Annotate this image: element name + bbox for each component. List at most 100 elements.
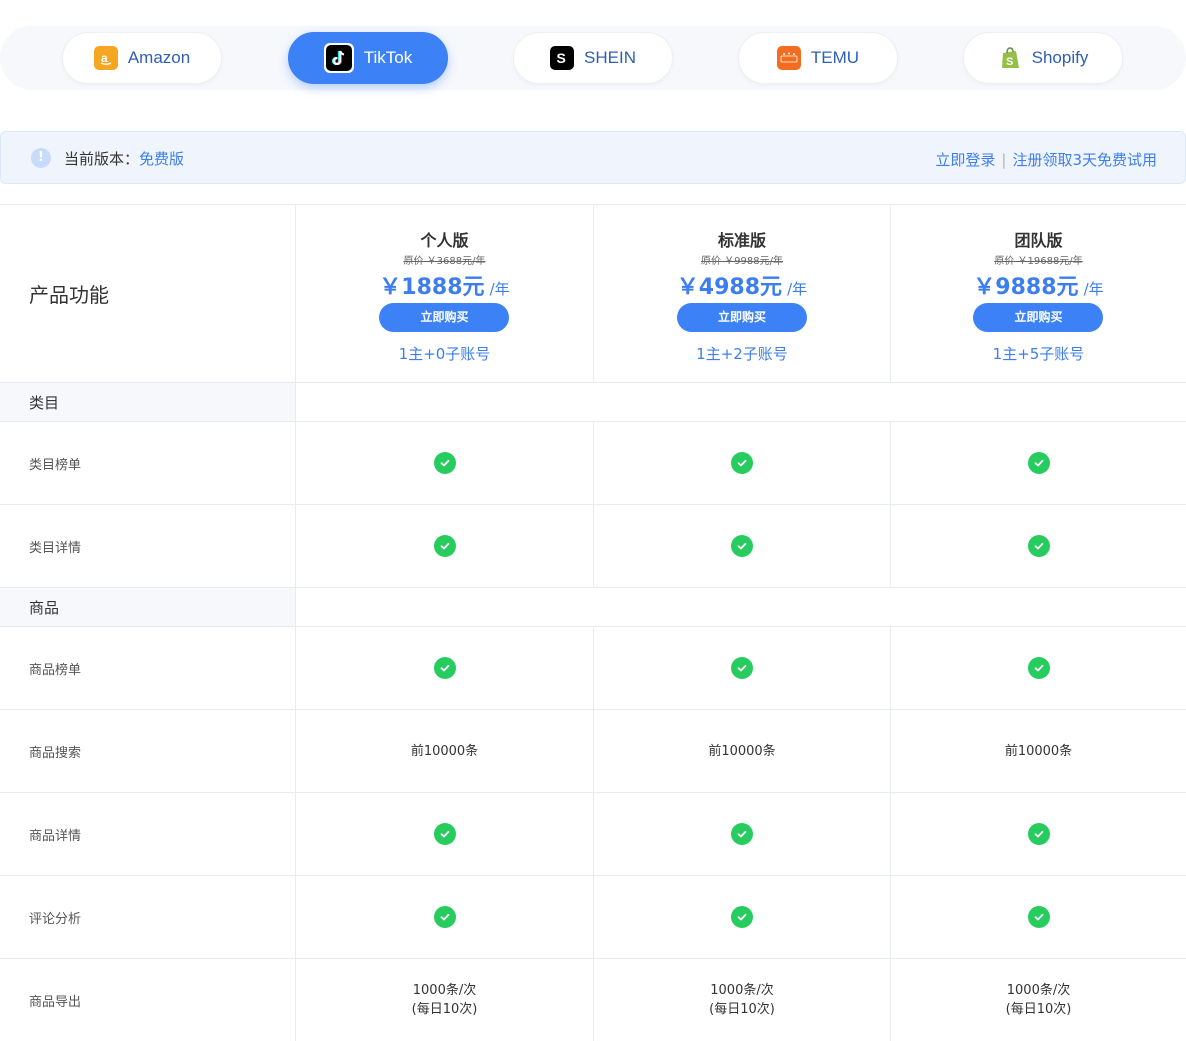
plan-column-team: 团队版 原价 ￥19688元/年 ￥9888元 /年 立即购买 1主+5子账号 [890,205,1186,382]
version-bar: ! 当前版本：免费版 立即登录 | 注册领取3天免费试用 [0,131,1186,184]
original-price: 原价 ￥3688元/年 [403,256,486,267]
original-price: 原价 ￥9988元/年 [700,256,783,267]
feature-name: 商品详情 [29,828,82,844]
feature-value-cell [593,793,890,875]
tab-label: SHEIN [584,48,636,67]
feature-value-cell: 前10000条 [295,710,593,792]
tiktok-logo-icon [323,43,354,73]
feature-value-cell [295,876,593,958]
check-icon [1027,657,1050,679]
feature-value-cell [295,422,593,504]
version-name: 免费版 [139,150,185,168]
check-icon [1027,452,1050,474]
plan-price: ￥4988元 /年 [677,269,807,301]
link-separator: | [1001,151,1007,169]
section-spacer [295,383,1186,421]
feature-value: 1000条/次 (每日10次) [709,983,775,1017]
account-quota: 1主+2子账号 [696,345,788,363]
pricing-table: 产品功能 个人版 原价 ￥3688元/年 ￥1888元 /年 立即购买 1主+0… [0,204,1186,1041]
account-quota: 1主+5子账号 [992,345,1085,363]
feature-value-cell: 1000条/次 (每日10次) [890,959,1186,1041]
buy-button-standard[interactable]: 立即购买 [676,303,807,332]
check-icon [731,535,753,557]
feature-row: 评论分析 [0,875,1186,958]
price-unit: /年 [489,280,510,298]
feature-value-cell: 前10000条 [890,710,1186,792]
check-icon [433,657,456,679]
tab-label: TEMU [810,48,860,67]
feature-value-cell [890,627,1186,709]
feature-value-cell [890,793,1186,875]
amazon-logo-icon: a [93,46,118,70]
plan-column-standard: 标准版 原价 ￥9988元/年 ￥4988元 /年 立即购买 1主+2子账号 [593,205,890,382]
price-unit: /年 [787,280,808,298]
free-trial-link[interactable]: 注册领取3天免费试用 [1012,151,1157,169]
feature-value: 前10000条 [708,743,776,759]
svg-text:S: S [1006,56,1013,68]
svg-text:S: S [557,50,566,66]
price-amount: ￥9888元 [973,275,1079,300]
buy-button-personal[interactable]: 立即购买 [379,303,510,332]
feature-row: 类目详情 [0,504,1186,587]
plan-name: 个人版 [420,231,469,250]
feature-value-cell [593,876,890,958]
feature-value-cell [295,793,593,875]
feature-name: 商品榜单 [29,662,82,678]
feature-value-cell [593,422,890,504]
section-title: 类目 [29,393,60,412]
info-icon: ! [31,148,51,168]
feature-value-cell [890,422,1186,504]
tab-amazon[interactable]: a Amazon [62,32,222,84]
shein-logo-icon: S [550,46,575,70]
plan-price: ￥9888元 /年 [973,269,1103,301]
check-icon [433,535,456,557]
feature-header: 产品功能 [29,283,109,307]
tab-shopify[interactable]: S Shopify [963,32,1123,84]
feature-row: 商品详情 [0,792,1186,875]
original-price: 原价 ￥19688元/年 [994,256,1083,267]
section-spacer [295,588,1186,626]
plan-header-row: 产品功能 个人版 原价 ￥3688元/年 ￥1888元 /年 立即购买 1主+0… [0,204,1186,382]
feature-name: 类目榜单 [29,457,82,473]
buy-button-team[interactable]: 立即购买 [973,303,1104,332]
feature-value-cell: 1000条/次 (每日10次) [295,959,593,1041]
price-amount: ￥4988元 [676,275,783,300]
feature-value-cell: 1000条/次 (每日10次) [593,959,890,1041]
check-icon [433,906,456,928]
check-icon [731,657,753,679]
plan-price: ￥1888元 /年 [379,269,509,301]
tab-tiktok[interactable]: TikTok [288,32,448,84]
check-icon [433,823,456,845]
plan-column-personal: 个人版 原价 ￥3688元/年 ￥1888元 /年 立即购买 1主+0子账号 [295,205,593,382]
feature-name: 商品搜索 [29,745,82,761]
feature-name: 商品导出 [29,994,82,1010]
version-prefix: 当前版本： [64,150,140,168]
feature-value: 1000条/次 (每日10次) [411,983,478,1017]
feature-name: 评论分析 [29,911,82,927]
check-icon [1027,823,1050,845]
plan-name: 标准版 [717,231,766,250]
check-icon [433,452,456,474]
login-link[interactable]: 立即登录 [935,151,995,169]
feature-value-cell [295,505,593,587]
feature-row: 商品搜索 前10000条 前10000条 前10000条 [0,709,1186,792]
section-row: 商品 [0,587,1186,626]
feature-name: 类目详情 [29,540,82,556]
tab-temu[interactable]: TEMU [738,32,898,84]
platform-tab-bar: a Amazon TikTok S SHEIN TEMU S Shopify [0,26,1186,90]
feature-value-cell [593,627,890,709]
tab-label: Shopify [1031,48,1089,67]
current-version: 当前版本：免费版 [64,148,184,169]
price-amount: ￥1888元 [379,275,485,300]
feature-row: 类目榜单 [0,421,1186,504]
check-icon [1027,535,1050,557]
feature-row: 商品榜单 [0,626,1186,709]
feature-value: 前10000条 [1004,743,1073,759]
feature-row: 商品导出 1000条/次 (每日10次) 1000条/次 (每日10次) 1000条/次(… [0,958,1186,1041]
account-quota: 1主+0子账号 [398,345,491,363]
shopify-logo-icon: S [998,46,1022,70]
section-title: 商品 [29,598,60,617]
feature-value: 前10000条 [410,743,479,759]
feature-value-cell [593,505,890,587]
tab-shein[interactable]: S SHEIN [513,32,673,84]
